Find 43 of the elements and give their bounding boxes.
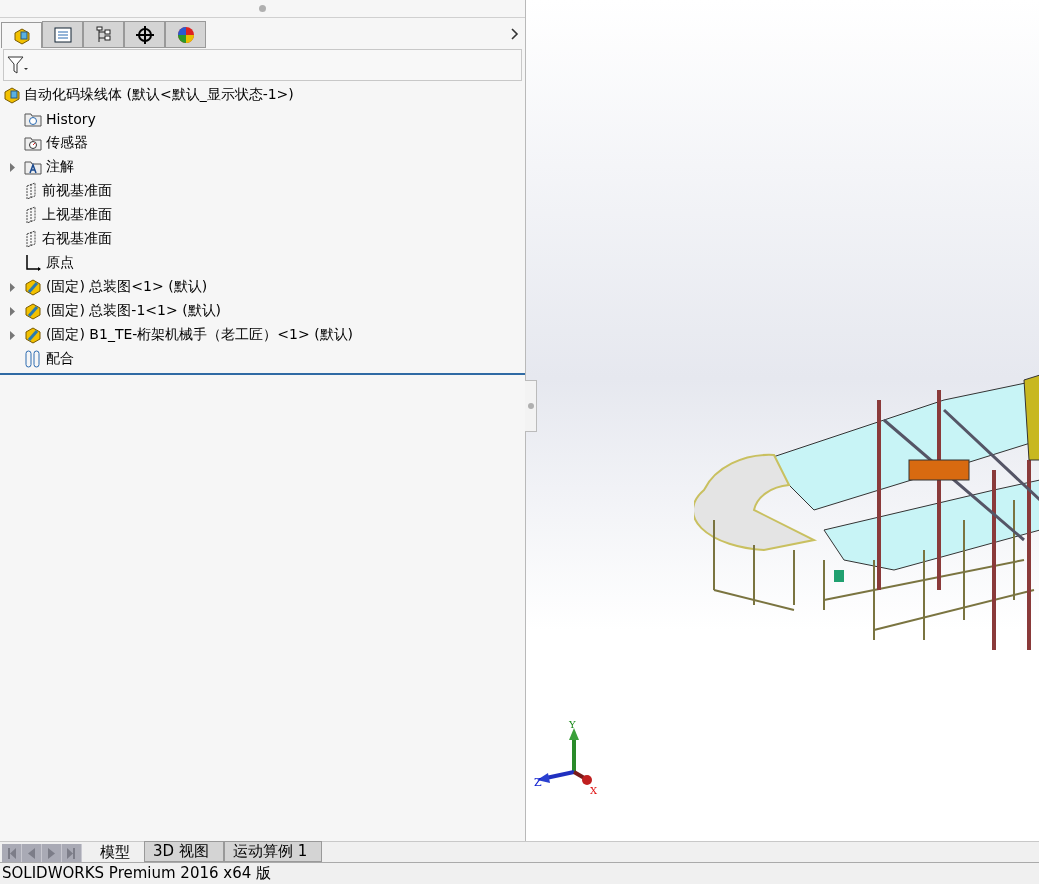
expand-arrow-icon[interactable]: [9, 306, 15, 316]
paperclip-icon: [24, 350, 42, 368]
tree-item-label[interactable]: 注解: [46, 158, 74, 176]
panel-tab[interactable]: [124, 21, 165, 48]
sensor-folder-icon: [24, 135, 42, 151]
tree-item-label[interactable]: (固定) 总装图<1> (默认): [46, 278, 208, 296]
plane-icon: [24, 182, 38, 200]
splitter-handle[interactable]: [525, 380, 537, 432]
color-ball-icon: [176, 25, 195, 44]
part-icon: [3, 86, 21, 104]
view-tab[interactable]: 运动算例 1: [223, 841, 323, 862]
tree-item-label[interactable]: 上视基准面: [42, 206, 112, 224]
assembly-icon: [24, 326, 42, 344]
x-axis-label: X: [590, 785, 598, 795]
plane-icon: [24, 206, 38, 224]
tree-item-label[interactable]: 配合: [46, 350, 74, 368]
tree-item-label[interactable]: 传感器: [46, 134, 88, 152]
origin-icon: [24, 254, 42, 272]
part-icon: [12, 26, 31, 45]
tree-item-label[interactable]: (固定) B1_TE-桁架机械手（老工匠）<1> (默认): [46, 326, 354, 344]
z-axis-label: Z: [534, 776, 542, 789]
expand-arrow-icon[interactable]: [9, 282, 15, 292]
annotation-folder-icon: [24, 159, 42, 175]
view-tab[interactable]: 3D 视图: [144, 841, 224, 862]
status-text: SOLIDWORKS Premium 2016 x64 版: [2, 864, 272, 883]
tree-item-label[interactable]: History: [46, 111, 96, 127]
configuration-tree-icon: [95, 25, 112, 44]
tree-root-label[interactable]: 自动化码垛线体 (默认<默认_显示状态-1>): [24, 86, 294, 104]
tree-item-label[interactable]: (固定) 总装图-1<1> (默认): [46, 302, 222, 320]
tree-item-label[interactable]: 前视基准面: [42, 182, 112, 200]
expand-arrow-icon[interactable]: [9, 330, 15, 340]
plane-icon: [24, 230, 38, 248]
history-folder-icon: [24, 111, 42, 127]
tree-item-label[interactable]: 原点: [46, 254, 74, 272]
property-list-icon: [53, 26, 72, 43]
y-axis-label: Y: [569, 720, 576, 730]
chevron-right-icon[interactable]: [511, 27, 519, 40]
crosshair-icon: [135, 25, 154, 44]
filter-icon[interactable]: [7, 55, 29, 75]
assembly-icon: [24, 302, 42, 320]
assembly-icon: [24, 278, 42, 296]
expand-arrow-icon[interactable]: [9, 162, 15, 172]
tree-item-label[interactable]: 右视基准面: [42, 230, 112, 248]
